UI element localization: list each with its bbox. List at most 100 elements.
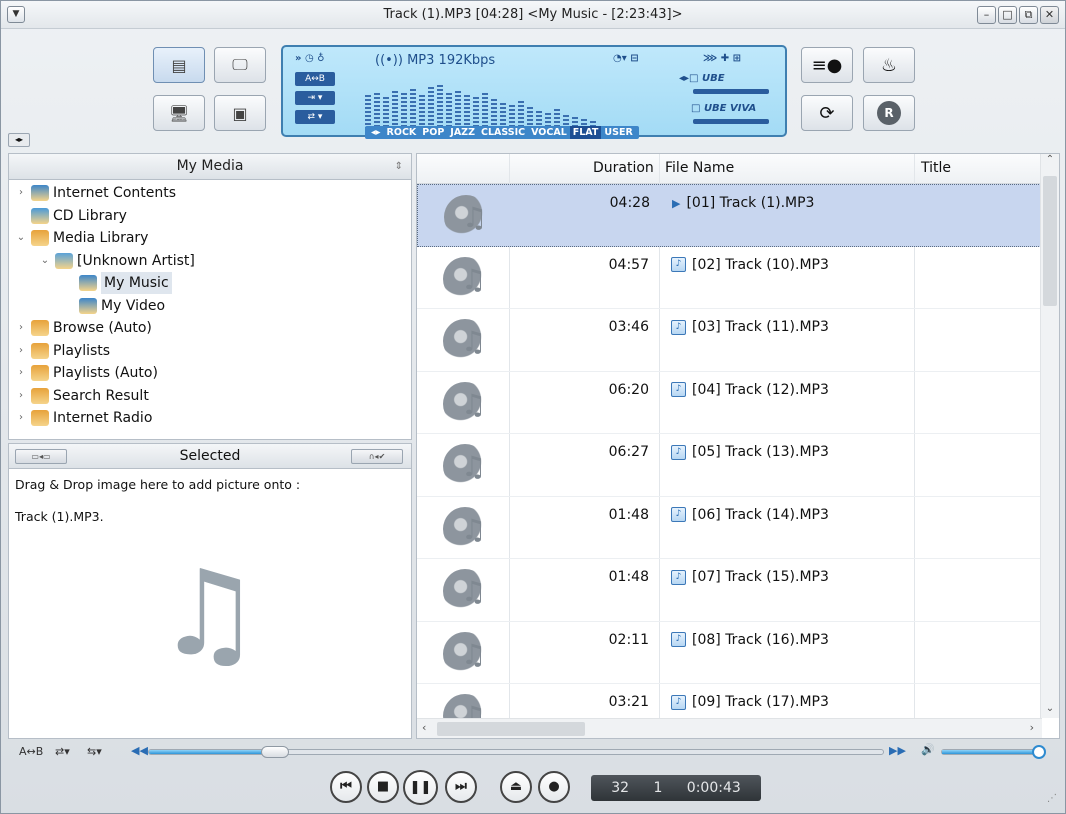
tree-item[interactable]: › Playlists (Auto) <box>15 362 158 384</box>
expand-chevron-icon[interactable]: › <box>15 182 27 204</box>
tree-item[interactable]: › Internet Radio <box>15 407 152 429</box>
table-row[interactable]: 01:48 ♪ [07] Track (15).MP3 <box>417 559 1041 622</box>
tree-item[interactable]: › Browse (Auto) <box>15 317 152 339</box>
eq-preset-vocal[interactable]: VOCAL <box>528 126 570 139</box>
headphone-toggle-icon[interactable]: ∩◂✔ <box>351 449 403 464</box>
collapse-toggle-icon[interactable]: ◂▸ <box>8 133 30 147</box>
open-button[interactable]: ⏏ <box>500 771 532 803</box>
expand-chevron-icon[interactable]: › <box>15 340 27 362</box>
eq-preset-flat[interactable]: FLAT <box>569 126 602 139</box>
tree-item[interactable]: ⌄ Media Library <box>15 227 148 249</box>
volume-knob[interactable] <box>1032 745 1046 759</box>
restore-button[interactable]: ⧉ <box>1019 6 1038 24</box>
record-button[interactable]: R <box>863 95 915 131</box>
folder-icon <box>31 342 49 359</box>
ube-viva-effect[interactable]: □ UBE VIVA <box>691 103 756 114</box>
tree-item[interactable]: › Internet Contents <box>15 182 176 204</box>
tree-item[interactable]: › Search Result <box>15 385 149 407</box>
eq-preset-jazz[interactable]: JAZZ <box>447 126 478 139</box>
folder-icon <box>31 387 49 404</box>
eq-preset-pop[interactable]: POP <box>419 126 447 139</box>
col-duration[interactable]: Duration <box>593 160 654 176</box>
seek-thumb[interactable] <box>260 746 289 758</box>
horizontal-scrollbar[interactable]: ‹ › <box>417 718 1042 738</box>
maximize-button[interactable]: □ <box>998 6 1017 24</box>
scroll-right-icon[interactable]: › <box>1030 721 1034 734</box>
ab-label[interactable]: A↔B <box>19 745 43 758</box>
table-row[interactable]: 02:11 ♪ [08] Track (16).MP3 <box>417 622 1041 684</box>
media-view-button[interactable]: ▤ <box>153 47 205 83</box>
close-button[interactable]: ✕ <box>1040 6 1059 24</box>
next-mode-toggle[interactable]: ⇥ ▾ <box>295 91 335 105</box>
repeat-icon[interactable]: ⇄▾ <box>55 745 70 758</box>
burn-button[interactable]: ♨ <box>863 47 915 83</box>
tree-item[interactable]: › Playlists <box>15 340 110 362</box>
screen-view-button[interactable]: 🖵 <box>214 47 266 83</box>
rip-button[interactable]: ⟳ <box>801 95 853 131</box>
previous-button[interactable]: ⏮ <box>330 771 362 803</box>
expand-chevron-icon[interactable]: › <box>15 385 27 407</box>
table-row[interactable]: 04:57 ♪ [02] Track (10).MP3 <box>417 247 1041 309</box>
expand-chevron-icon[interactable]: › <box>15 362 27 384</box>
file-name-text: [04] Track (12).MP3 <box>692 381 829 398</box>
effects-button[interactable]: ≡● <box>801 47 853 83</box>
file-name-cell: ♪ [02] Track (10).MP3 <box>671 257 829 273</box>
vertical-scrollbar[interactable]: ⌃ ⌄ <box>1040 154 1059 718</box>
duration-cell: 06:20 <box>608 381 649 398</box>
device-button[interactable]: ▣ <box>214 95 266 131</box>
stop-button[interactable]: ■ <box>367 771 399 803</box>
tree-item-label: CD Library <box>53 207 127 224</box>
table-row[interactable]: 04:28 ▶ [01] Track (1).MP3 <box>417 184 1041 247</box>
picture-toggle-icon[interactable]: ▭◂▭ <box>15 449 67 464</box>
broadcast-icon: ((•)) <box>375 53 408 68</box>
ube-viva-slider[interactable] <box>693 119 769 124</box>
vertical-scroll-thumb[interactable] <box>1043 176 1057 306</box>
table-row[interactable]: 03:46 ♪ [03] Track (11).MP3 <box>417 309 1041 372</box>
tree-item-label: Search Result <box>53 387 149 404</box>
tree-item[interactable]: My Video <box>63 295 165 317</box>
expand-chevron-icon[interactable]: › <box>15 407 27 429</box>
tree-item[interactable]: CD Library <box>15 205 127 227</box>
col-file-name[interactable]: File Name <box>665 160 734 176</box>
expand-chevron-icon[interactable]: › <box>15 317 27 339</box>
resize-grip-icon[interactable]: ⋰ <box>1047 793 1057 804</box>
eq-preset-rock[interactable]: ROCK <box>384 126 420 139</box>
eq-preset-classic[interactable]: CLASSIC <box>478 126 528 139</box>
pause-button[interactable]: ❚❚ <box>403 770 438 805</box>
equalizer-presets: ◂▸ ROCK POP JAZZ CLASSIC VOCAL FLAT USER <box>365 126 639 139</box>
duration-cell: 01:48 <box>608 506 649 523</box>
rewind-icon[interactable]: ◀◀ <box>131 744 148 757</box>
my-media-header[interactable]: My Media ⇕ <box>8 153 412 180</box>
horizontal-scroll-thumb[interactable] <box>437 722 585 736</box>
col-title[interactable]: Title <box>921 160 951 176</box>
ab-repeat-toggle[interactable]: A↔B <box>295 72 335 86</box>
table-row[interactable]: 01:48 ♪ [06] Track (14).MP3 <box>417 497 1041 559</box>
shuffle-icon[interactable]: ⇆▾ <box>87 745 102 758</box>
scroll-up-icon[interactable]: ⌃ <box>1041 154 1059 165</box>
seek-bar[interactable] <box>148 746 884 758</box>
tree-item[interactable]: ⌄ [Unknown Artist] <box>39 250 195 272</box>
scroll-down-icon[interactable]: ⌄ <box>1041 703 1059 714</box>
record-playback-button[interactable]: ● <box>538 771 570 803</box>
minimize-button[interactable]: – <box>977 6 996 24</box>
table-row[interactable]: 06:27 ♪ [05] Track (13).MP3 <box>417 434 1041 497</box>
scroll-left-icon[interactable]: ‹ <box>422 721 426 734</box>
preset-arrows-icon[interactable]: ◂▸ <box>368 126 384 139</box>
sort-icon[interactable]: ⇕ <box>395 154 403 179</box>
volume-icon[interactable]: 🔊 <box>921 743 935 756</box>
repeat-mode-toggle[interactable]: ⇄ ▾ <box>295 110 335 124</box>
fast-forward-icon[interactable]: ▶▶ <box>889 744 906 757</box>
tree-item-label: Playlists <box>53 342 111 359</box>
expand-chevron-icon[interactable]: ⌄ <box>15 227 27 249</box>
ube-slider[interactable] <box>693 89 769 94</box>
volume-slider[interactable] <box>941 745 1046 759</box>
ube-effect[interactable]: ◂▸□ UBE <box>679 73 725 84</box>
eq-preset-user[interactable]: USER <box>601 126 635 139</box>
next-button[interactable]: ⏭ <box>445 771 477 803</box>
pc-view-button[interactable]: 🖥 <box>153 95 205 131</box>
table-row[interactable]: 06:20 ♪ [04] Track (12).MP3 <box>417 372 1041 434</box>
expand-chevron-icon[interactable]: ⌄ <box>39 250 51 272</box>
duration-cell: 04:28 <box>609 195 650 211</box>
counter-display: 32 1 0:00:43 <box>591 775 761 801</box>
tree-item[interactable]: My Music <box>63 272 172 294</box>
